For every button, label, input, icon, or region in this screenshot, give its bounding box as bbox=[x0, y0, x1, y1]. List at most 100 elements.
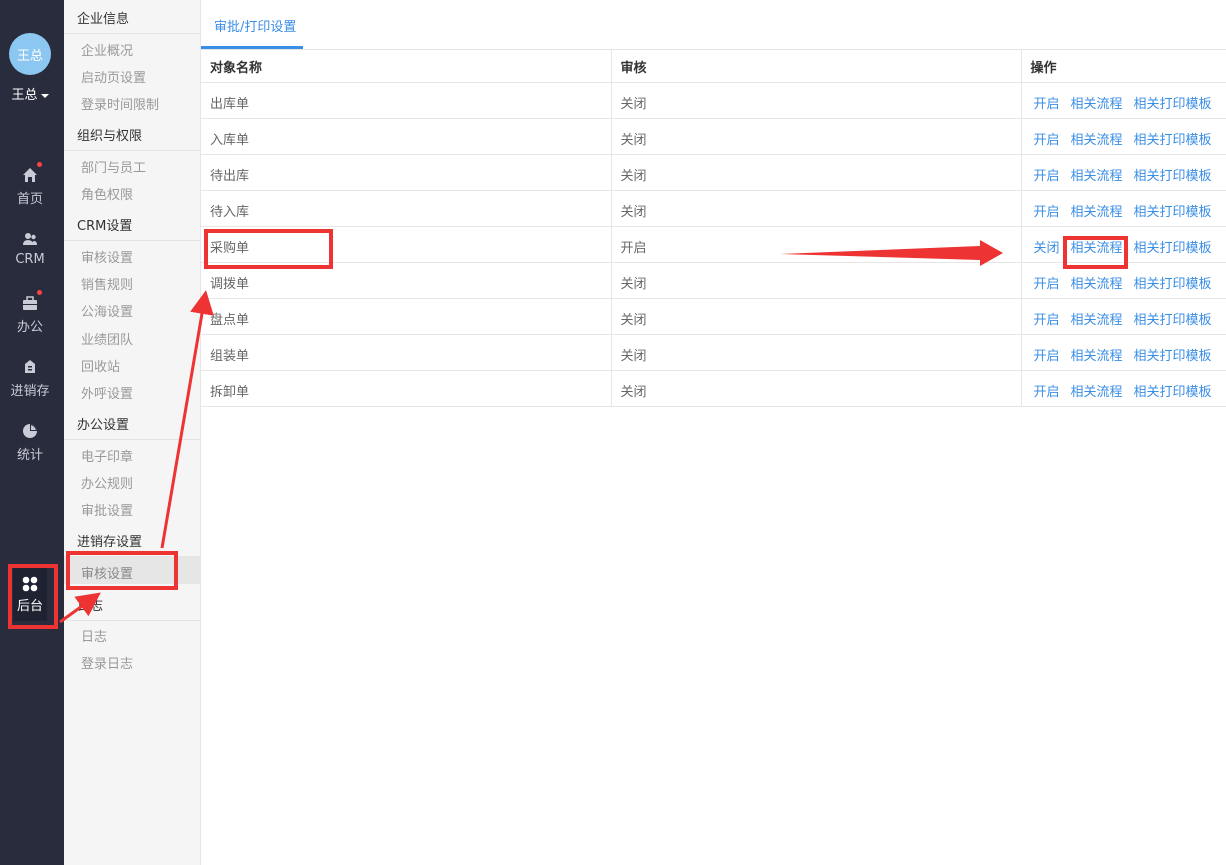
sidebar-group-title: CRM设置 bbox=[77, 219, 133, 234]
nav-item-crm[interactable]: CRM bbox=[0, 231, 60, 267]
customers-icon bbox=[22, 231, 38, 247]
object-name: 盘点单 bbox=[201, 298, 611, 335]
divider bbox=[64, 150, 200, 151]
notification-dot bbox=[37, 290, 42, 295]
toggle-audit-link[interactable]: 开启 bbox=[1034, 277, 1060, 292]
sidebar-item[interactable]: 销售规则 bbox=[81, 274, 133, 293]
sidebar-item[interactable]: 外呼设置 bbox=[81, 383, 133, 402]
nav-item-home[interactable]: 首页 bbox=[0, 162, 60, 207]
sidebar-item[interactable]: 审核设置 bbox=[81, 247, 133, 266]
related-print-template-link[interactable]: 相关打印模板 bbox=[1134, 205, 1212, 220]
sidebar-item[interactable]: 启动页设置 bbox=[81, 67, 146, 86]
audit-status: 开启 bbox=[610, 226, 1021, 263]
related-print-template-link[interactable]: 相关打印模板 bbox=[1134, 241, 1212, 256]
row-actions: 开启 相关流程 相关打印模板 bbox=[1020, 298, 1226, 335]
notification-dot bbox=[37, 162, 42, 167]
nav-item-inventory[interactable]: 进销存 bbox=[0, 359, 60, 399]
related-print-template-link[interactable]: 相关打印模板 bbox=[1134, 133, 1212, 148]
audit-status: 关闭 bbox=[610, 262, 1021, 299]
related-print-template-link[interactable]: 相关打印模板 bbox=[1134, 313, 1212, 328]
object-name: 入库单 bbox=[201, 118, 611, 155]
related-flow-link[interactable]: 相关流程 bbox=[1071, 277, 1123, 292]
sidebar-item[interactable]: 公海设置 bbox=[81, 301, 133, 320]
toggle-audit-link[interactable]: 开启 bbox=[1034, 97, 1060, 112]
sidebar-item[interactable]: 角色权限 bbox=[81, 184, 133, 203]
audit-status: 关闭 bbox=[610, 118, 1021, 155]
sidebar-item[interactable]: 部门与员工 bbox=[81, 157, 146, 176]
sidebar-item[interactable]: 业绩团队 bbox=[81, 329, 133, 348]
audit-status: 关闭 bbox=[610, 334, 1021, 371]
toggle-audit-link[interactable]: 开启 bbox=[1034, 169, 1060, 184]
user-menu[interactable]: 王总 bbox=[0, 84, 60, 103]
pie-chart-icon bbox=[22, 423, 38, 439]
table-row: 组装单 关闭 开启 相关流程 相关打印模板 bbox=[201, 334, 1226, 371]
user-name: 王总 bbox=[11, 88, 38, 103]
related-print-template-link[interactable]: 相关打印模板 bbox=[1134, 97, 1212, 112]
tab-approval-print-settings[interactable]: 审批/打印设置 bbox=[214, 16, 296, 35]
sidebar-group-title: 日志 bbox=[77, 599, 104, 614]
home-icon bbox=[22, 162, 42, 183]
object-name: 出库单 bbox=[201, 82, 611, 119]
related-flow-link[interactable]: 相关流程 bbox=[1071, 169, 1123, 184]
nav-item-office[interactable]: 办公 bbox=[0, 290, 60, 335]
related-flow-link[interactable]: 相关流程 bbox=[1071, 205, 1123, 220]
row-actions: 开启 相关流程 相关打印模板 bbox=[1020, 190, 1226, 227]
settings-sidebar: 企业信息 企业概况 启动页设置 登录时间限制 组织与权限 部门与员工 角色权限 … bbox=[64, 0, 201, 865]
column-header: 审核 bbox=[610, 50, 1021, 83]
object-name: 组装单 bbox=[201, 334, 611, 371]
nav-label: 进销存 bbox=[10, 384, 50, 399]
toggle-audit-link[interactable]: 开启 bbox=[1034, 349, 1060, 364]
annotation-box bbox=[8, 564, 58, 629]
table-row: 出库单 关闭 开启 相关流程 相关打印模板 bbox=[201, 82, 1226, 119]
nav-label: CRM bbox=[15, 252, 45, 267]
row-actions: 开启 相关流程 相关打印模板 bbox=[1020, 118, 1226, 155]
related-print-template-link[interactable]: 相关打印模板 bbox=[1134, 385, 1212, 400]
related-print-template-link[interactable]: 相关打印模板 bbox=[1134, 277, 1212, 292]
nav-label: 统计 bbox=[16, 448, 43, 463]
table-row: 待出库 关闭 开启 相关流程 相关打印模板 bbox=[201, 154, 1226, 191]
row-actions: 开启 相关流程 相关打印模板 bbox=[1020, 334, 1226, 371]
table-row: 待入库 关闭 开启 相关流程 相关打印模板 bbox=[201, 190, 1226, 227]
related-flow-link[interactable]: 相关流程 bbox=[1071, 385, 1123, 400]
avatar[interactable]: 王总 bbox=[9, 33, 51, 75]
toggle-audit-link[interactable]: 开启 bbox=[1034, 205, 1060, 220]
toggle-audit-link[interactable]: 开启 bbox=[1034, 385, 1060, 400]
toggle-audit-link[interactable]: 开启 bbox=[1034, 313, 1060, 328]
annotation-box bbox=[204, 229, 333, 269]
audit-status: 关闭 bbox=[610, 298, 1021, 335]
table-row: 拆卸单 关闭 开启 相关流程 相关打印模板 bbox=[201, 370, 1226, 407]
briefcase-icon bbox=[22, 290, 42, 311]
related-print-template-link[interactable]: 相关打印模板 bbox=[1134, 349, 1212, 364]
divider bbox=[64, 240, 200, 241]
sidebar-item[interactable]: 办公规则 bbox=[81, 473, 133, 492]
nav-item-stats[interactable]: 统计 bbox=[0, 423, 60, 463]
toggle-audit-link[interactable]: 开启 bbox=[1034, 133, 1060, 148]
sidebar-item[interactable]: 审批设置 bbox=[81, 500, 133, 519]
audit-status: 关闭 bbox=[610, 154, 1021, 191]
table-row: 入库单 关闭 开启 相关流程 相关打印模板 bbox=[201, 118, 1226, 155]
sidebar-item[interactable]: 登录时间限制 bbox=[81, 94, 159, 113]
tab-active-indicator bbox=[201, 46, 303, 49]
audit-status: 关闭 bbox=[610, 370, 1021, 407]
related-print-template-link[interactable]: 相关打印模板 bbox=[1134, 169, 1212, 184]
sidebar-item[interactable]: 登录日志 bbox=[81, 653, 133, 672]
related-flow-link[interactable]: 相关流程 bbox=[1071, 133, 1123, 148]
toggle-audit-link[interactable]: 关闭 bbox=[1034, 241, 1060, 256]
sidebar-item[interactable]: 电子印章 bbox=[81, 446, 133, 465]
caret-down-icon bbox=[40, 93, 49, 98]
sidebar-group-title: 企业信息 bbox=[77, 12, 130, 27]
inventory-icon bbox=[22, 359, 38, 375]
sidebar-item[interactable]: 回收站 bbox=[81, 356, 120, 375]
column-header: 对象名称 bbox=[201, 50, 611, 83]
sidebar-item[interactable]: 企业概况 bbox=[81, 40, 133, 59]
row-actions: 开启 相关流程 相关打印模板 bbox=[1020, 154, 1226, 191]
related-flow-link[interactable]: 相关流程 bbox=[1071, 313, 1123, 328]
tab-bar: 审批/打印设置 bbox=[201, 0, 1226, 50]
related-flow-link[interactable]: 相关流程 bbox=[1071, 97, 1123, 112]
sidebar-item[interactable]: 日志 bbox=[81, 626, 107, 645]
nav-label: 办公 bbox=[16, 320, 43, 335]
divider bbox=[64, 33, 200, 34]
related-flow-link[interactable]: 相关流程 bbox=[1071, 349, 1123, 364]
column-header: 操作 bbox=[1020, 50, 1226, 83]
row-actions: 开启 相关流程 相关打印模板 bbox=[1020, 82, 1226, 119]
